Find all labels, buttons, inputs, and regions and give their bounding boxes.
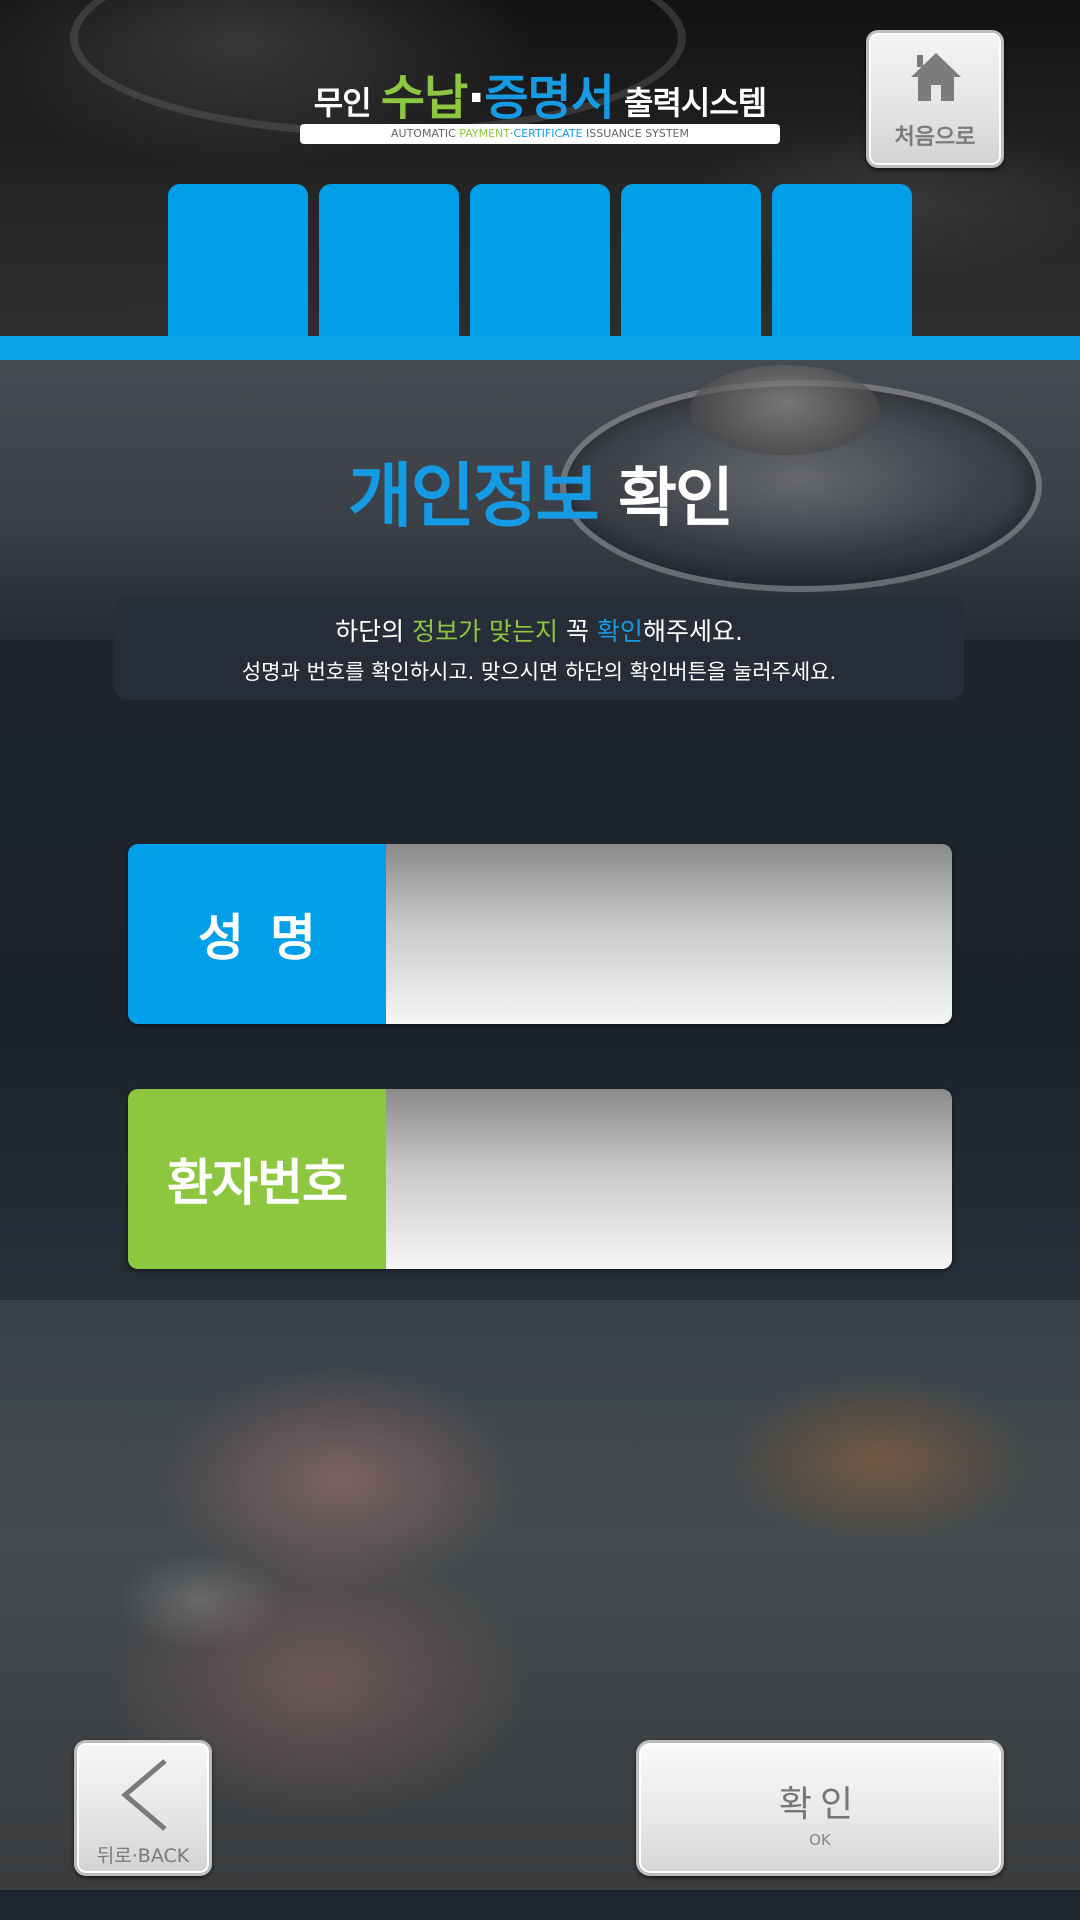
header-divider [0, 336, 1080, 360]
title-dot: · [467, 70, 485, 126]
title-accent-payment: 수납 [380, 70, 468, 126]
patient-number-row: 환자번호 [128, 1089, 952, 1269]
notice-line-2: 성명과 번호를 확인하시고. 맞으시면 하단의 확인버튼을 눌러주세요. [241, 660, 837, 684]
page-title: 개인정보 확인 [0, 440, 1080, 541]
notice-line-1: 하단의 정보가 맞는지 꼭 확인해주세요. [114, 612, 964, 648]
notice-highlight-blue: 확인 [596, 617, 643, 646]
patient-number-value [386, 1089, 952, 1269]
name-label: 성명 [128, 844, 386, 1024]
step-tab-3 [470, 184, 610, 336]
page-title-rest: 확인 [597, 462, 734, 536]
home-button[interactable]: 처음으로 [866, 30, 1004, 168]
title-accent-certificate: 증명서 [484, 70, 614, 126]
confirm-button-sublabel: OK [809, 1831, 831, 1849]
name-value [386, 844, 952, 1024]
notice-highlight-green: 정보가 맞는지 [412, 617, 559, 646]
notice-text: 해주세요. [642, 617, 743, 646]
home-button-label: 처음으로 [894, 125, 976, 150]
step-tab-5 [772, 184, 912, 336]
back-button-label: 뒤로·BACK [96, 1845, 190, 1867]
subtitle-part: AUTOMATIC [391, 127, 460, 140]
confirm-button-label: 확인 [778, 1784, 862, 1825]
subtitle-part: CERTIFICATE [513, 127, 583, 140]
step-tab-1 [168, 184, 308, 336]
home-icon [911, 53, 961, 101]
patient-number-label: 환자번호 [128, 1089, 386, 1269]
name-row: 성명 [128, 844, 952, 1024]
notice-text: 꼭 [558, 617, 597, 646]
system-subtitle: AUTOMATIC PAYMENT·CERTIFICATE ISSUANCE S… [300, 124, 780, 144]
step-tab-2 [319, 184, 459, 336]
chevron-left-icon [121, 1759, 167, 1831]
bottom-strip [0, 1892, 1080, 1920]
back-button[interactable]: 뒤로·BACK [74, 1740, 212, 1876]
notice-box: 하단의 정보가 맞는지 꼭 확인해주세요. 성명과 번호를 확인하시고. 맞으시… [114, 596, 964, 700]
confirm-button[interactable]: 확인 OK [636, 1740, 1004, 1876]
page-title-accent: 개인정보 [348, 455, 600, 537]
subtitle-part: ISSUANCE SYSTEM [582, 127, 689, 140]
title-suffix: 출력시스템 [613, 84, 767, 122]
title-prefix: 무인 [313, 84, 381, 122]
notice-text: 하단의 [335, 617, 413, 646]
subtitle-part: PAYMENT [459, 127, 510, 140]
step-tab-4 [621, 184, 761, 336]
